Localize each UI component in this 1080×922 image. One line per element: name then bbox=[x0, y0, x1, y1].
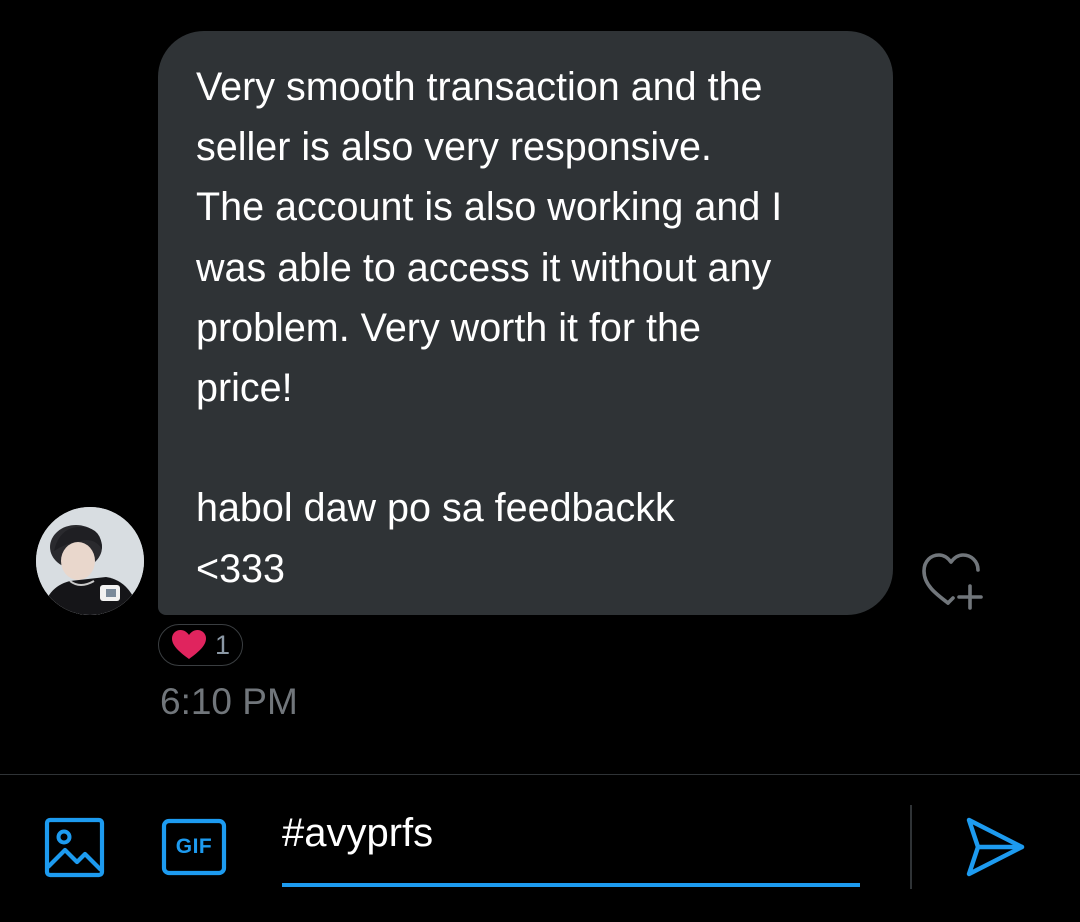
send-button[interactable] bbox=[964, 815, 1026, 879]
heart-plus-icon bbox=[922, 553, 983, 610]
reaction-badge[interactable]: 1 bbox=[158, 624, 244, 666]
add-reaction-button[interactable] bbox=[918, 548, 990, 612]
composer-divider bbox=[910, 805, 912, 889]
media-button[interactable] bbox=[44, 817, 105, 878]
gif-label: GIF bbox=[175, 835, 213, 858]
image-icon bbox=[44, 817, 105, 878]
message-input-value: #avyprfs bbox=[282, 811, 434, 855]
message-timestamp: 6:10 PM bbox=[160, 681, 298, 722]
message-text: Very smooth transaction and the seller i… bbox=[196, 65, 783, 591]
conversation-thread: Very smooth transaction and the seller i… bbox=[0, 0, 1080, 775]
message-bubble[interactable]: Very smooth transaction and the seller i… bbox=[158, 31, 893, 615]
avatar-photo bbox=[36, 507, 144, 615]
message-input[interactable]: #avyprfs bbox=[282, 805, 860, 887]
reaction-count: 1 bbox=[215, 629, 231, 660]
send-icon bbox=[966, 817, 1025, 877]
heart-icon bbox=[172, 630, 206, 659]
avatar[interactable] bbox=[36, 507, 144, 615]
gif-button[interactable]: GIF bbox=[161, 818, 227, 876]
message-composer: GIF #avyprfs bbox=[0, 774, 1080, 922]
